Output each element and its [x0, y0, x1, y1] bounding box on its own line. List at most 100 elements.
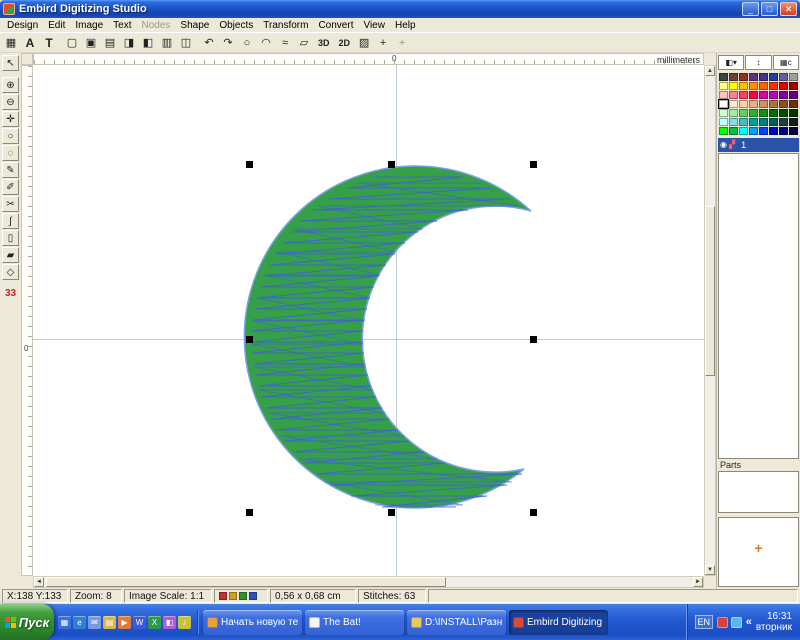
- palette-swatch[interactable]: [739, 109, 748, 117]
- design-canvas[interactable]: [33, 65, 704, 576]
- palette-swatch[interactable]: [789, 127, 798, 135]
- tool-pen-tool[interactable]: ✎: [2, 162, 19, 178]
- palette-swatch[interactable]: [769, 109, 778, 117]
- design-color-icon[interactable]: [219, 592, 227, 600]
- palette-swatch[interactable]: [779, 82, 788, 90]
- word-icon[interactable]: W: [133, 616, 146, 629]
- palette-swatch[interactable]: [739, 118, 748, 126]
- toolbar-wave-mode-button[interactable]: ≈: [276, 34, 294, 51]
- selection-handle-bottom-mid[interactable]: [388, 509, 395, 516]
- task-explorer[interactable]: D:\INSTALL\Разное\Embird: [407, 610, 506, 635]
- palette-swatch[interactable]: [759, 73, 768, 81]
- show-desktop-icon[interactable]: ▦: [58, 616, 71, 629]
- palette-swatch[interactable]: [759, 118, 768, 126]
- palette-swatch[interactable]: [779, 109, 788, 117]
- maximize-button[interactable]: □: [761, 2, 778, 16]
- tool-column-tool[interactable]: ▯: [2, 230, 19, 246]
- palette-swatch[interactable]: [759, 100, 768, 108]
- music-icon[interactable]: ♪: [178, 616, 191, 629]
- minimize-button[interactable]: _: [742, 2, 759, 16]
- toolbar-export-button[interactable]: ◧: [139, 34, 157, 51]
- palette-swatch[interactable]: [739, 91, 748, 99]
- media-player-icon[interactable]: ▶: [118, 616, 131, 629]
- scroll-left-button[interactable]: ◄: [34, 577, 44, 587]
- toolbar-ellipse-mode-button[interactable]: ○: [238, 34, 256, 51]
- browser-icon[interactable]: e: [73, 616, 86, 629]
- menu-text[interactable]: Text: [108, 20, 136, 31]
- toolbar-letter-a-button[interactable]: A: [21, 34, 39, 51]
- menu-shape[interactable]: Shape: [175, 20, 214, 31]
- parts-list[interactable]: [718, 471, 799, 513]
- palette-swatch[interactable]: [739, 100, 748, 108]
- palette-swatch[interactable]: [789, 118, 798, 126]
- palette-swatch[interactable]: [749, 91, 758, 99]
- palette-swatch[interactable]: [779, 73, 788, 81]
- toolbar-arc-mode-button[interactable]: ◠: [257, 34, 275, 51]
- thread-palette-combo[interactable]: ◧▾: [718, 55, 744, 70]
- tool-zoom-in-tool[interactable]: ⊕: [2, 77, 19, 93]
- palette-swatch[interactable]: [759, 109, 768, 117]
- toolbar-save-button[interactable]: ▤: [101, 34, 119, 51]
- vertical-scroll-thumb[interactable]: [705, 206, 715, 376]
- language-indicator[interactable]: EN: [695, 615, 713, 629]
- palette-swatch[interactable]: [769, 100, 778, 108]
- tool-zoom-out-tool[interactable]: ⊖: [2, 94, 19, 110]
- palette-swatch[interactable]: [729, 100, 738, 108]
- palette-swatch[interactable]: [769, 82, 778, 90]
- palette-swatch[interactable]: [789, 73, 798, 81]
- toolbar-redo-button[interactable]: ↷: [219, 34, 237, 51]
- palette-swatch[interactable]: [749, 82, 758, 90]
- palette-swatch[interactable]: [759, 127, 768, 135]
- palette-swatch[interactable]: [759, 91, 768, 99]
- selection-handle-mid-left[interactable]: [246, 336, 253, 343]
- task-embird[interactable]: Embird Digitizing Stud...: [509, 610, 608, 635]
- tool-ellipse-tool[interactable]: ○: [2, 128, 19, 144]
- tool-node-edit-tool[interactable]: ✐: [2, 179, 19, 195]
- toolbar-center-marker-button[interactable]: +: [393, 34, 411, 51]
- folder-icon[interactable]: ▤: [103, 616, 116, 629]
- tool-knife-tool[interactable]: ✂: [2, 196, 19, 212]
- tool-select-tool[interactable]: ↖: [2, 55, 19, 71]
- mail-icon[interactable]: ✉: [88, 616, 101, 629]
- tool-outline-tool[interactable]: ◌: [2, 145, 19, 161]
- selection-handle-top-mid[interactable]: [388, 161, 395, 168]
- toolbar-copy-button[interactable]: ◫: [177, 34, 195, 51]
- palette-swatch[interactable]: [719, 91, 728, 99]
- catalog-button[interactable]: ▦c: [773, 55, 799, 70]
- menu-transform[interactable]: Transform: [258, 20, 313, 31]
- palette-swatch[interactable]: [719, 82, 728, 90]
- palette-swatch[interactable]: [749, 109, 758, 117]
- palette-swatch[interactable]: [749, 127, 758, 135]
- palette-swatch[interactable]: [729, 109, 738, 117]
- tool-pan-tool[interactable]: ✛: [2, 111, 19, 127]
- palette-swatch[interactable]: [729, 82, 738, 90]
- palette-swatch[interactable]: [779, 127, 788, 135]
- toolbar-view-3d-button[interactable]: 3D: [314, 34, 334, 51]
- color-order-button[interactable]: ↕: [745, 55, 771, 70]
- palette-swatch[interactable]: [769, 127, 778, 135]
- menu-objects[interactable]: Objects: [214, 20, 258, 31]
- palette-swatch[interactable]: [749, 100, 758, 108]
- palette-swatch[interactable]: [779, 118, 788, 126]
- palette-swatch[interactable]: [769, 118, 778, 126]
- toolbar-open-file-button[interactable]: ▣: [82, 34, 100, 51]
- toolbar-import-button[interactable]: ◨: [120, 34, 138, 51]
- menu-convert[interactable]: Convert: [313, 20, 358, 31]
- selection-handle-bottom-left[interactable]: [246, 509, 253, 516]
- selection-handle-mid-right[interactable]: [530, 336, 537, 343]
- palette-swatch[interactable]: [719, 100, 728, 108]
- tray-shield-icon[interactable]: [717, 617, 728, 628]
- palette-swatch[interactable]: [769, 91, 778, 99]
- menu-image[interactable]: Image: [70, 20, 108, 31]
- close-button[interactable]: ✕: [780, 2, 797, 16]
- menu-design[interactable]: Design: [2, 20, 43, 31]
- toolbar-crosshair-button[interactable]: +: [374, 34, 392, 51]
- palette-swatch[interactable]: [789, 109, 798, 117]
- background-color-icon[interactable]: [249, 592, 257, 600]
- toolbar-grid-toggle-button[interactable]: ▦: [2, 34, 20, 51]
- tool-shape-tool[interactable]: ◇: [2, 264, 19, 280]
- toolbar-view-2d-button[interactable]: 2D: [335, 34, 355, 51]
- selection-handle-bottom-right[interactable]: [530, 509, 537, 516]
- toolbar-letter-t-button[interactable]: T: [40, 34, 58, 51]
- toolbar-undo-button[interactable]: ↶: [200, 34, 218, 51]
